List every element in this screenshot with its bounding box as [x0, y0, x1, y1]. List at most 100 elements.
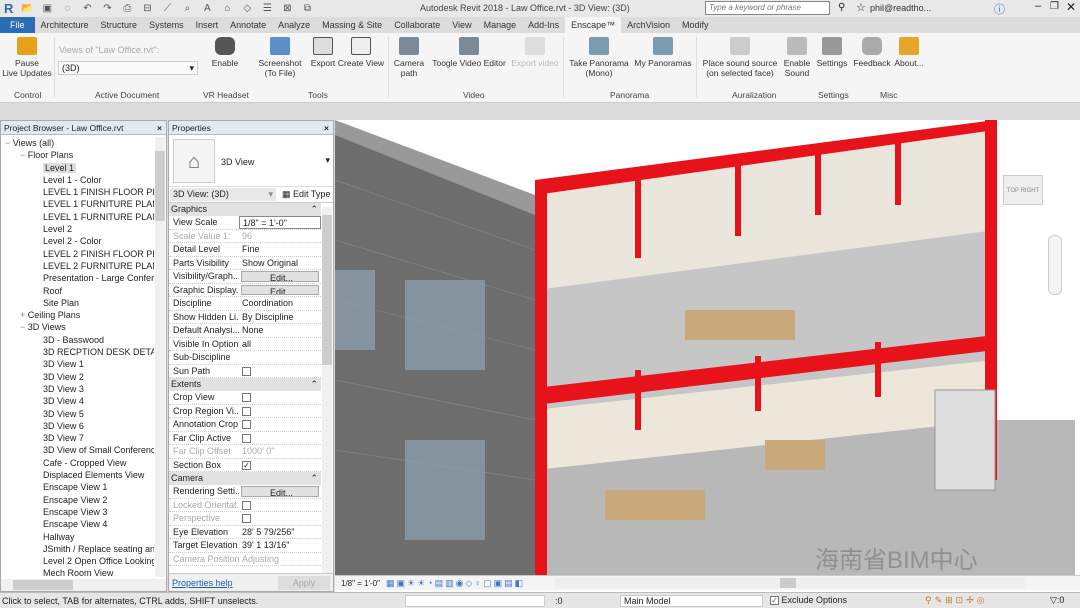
- type-selector[interactable]: ⌂ 3D View ▾: [169, 135, 333, 187]
- tab-file[interactable]: File: [0, 17, 35, 33]
- user-account[interactable]: phil@readtho...: [870, 3, 931, 13]
- property-value[interactable]: By Discipline: [239, 311, 321, 324]
- tree-item[interactable]: Displaced Elements View: [1, 469, 154, 481]
- horizontal-scrollbar[interactable]: [555, 578, 1026, 588]
- close-icon[interactable]: ×: [157, 121, 162, 135]
- apply-button[interactable]: Apply: [278, 576, 330, 590]
- tree-item[interactable]: 3D View 1: [1, 358, 154, 370]
- checkbox[interactable]: [242, 420, 251, 430]
- 3d-viewport[interactable]: TOP RIGHT 海南省BIM中心 1/8" = 1'-0" ▦▣☀☀◔▤▥◉…: [335, 120, 1080, 592]
- open-icon[interactable]: 📂: [20, 3, 34, 15]
- tree-item[interactable]: 3D RECPTION DESK DETAIL: [1, 346, 154, 358]
- tree-item[interactable]: 3D View 6: [1, 420, 154, 432]
- checkbox[interactable]: [242, 393, 251, 403]
- export-video-button[interactable]: Export video: [510, 37, 560, 68]
- minimize-button[interactable]: –: [1035, 0, 1041, 12]
- edit-type-button[interactable]: ▦ Edit Type: [282, 189, 330, 200]
- switch-windows-icon[interactable]: ⧉: [300, 3, 314, 15]
- vr-enable-button[interactable]: Enable: [205, 37, 245, 68]
- exclude-options-checkbox[interactable]: ✓ Exclude Options: [770, 595, 847, 606]
- section-graphics[interactable]: Graphics ⌃: [169, 203, 321, 216]
- properties-scrollbar[interactable]: [322, 207, 332, 573]
- property-value[interactable]: Adjusting: [239, 553, 321, 566]
- about-button[interactable]: About...: [892, 37, 926, 68]
- tab-analyze[interactable]: Analyze: [272, 17, 316, 33]
- tag-icon[interactable]: ⌕: [180, 3, 194, 15]
- create-view-button[interactable]: Create View: [337, 37, 385, 68]
- tab-massing-site[interactable]: Massing & Site: [316, 17, 388, 33]
- tab-add-ins[interactable]: Add-Ins: [522, 17, 565, 33]
- undo-icon[interactable]: ↶: [80, 3, 94, 15]
- tree-item[interactable]: Level 1: [1, 162, 154, 174]
- tab-structure[interactable]: Structure: [95, 17, 144, 33]
- tree-item[interactable]: LEVEL 1 FINISH FLOOR PLAN: [1, 186, 154, 198]
- thin-lines-icon[interactable]: ☰: [260, 3, 274, 15]
- properties-help-link[interactable]: Properties help: [172, 578, 233, 588]
- tree-item[interactable]: 3D View 3: [1, 383, 154, 395]
- property-value[interactable]: 28' 5 79/256": [239, 526, 321, 539]
- tree-item[interactable]: Level 2 Open Office Looking: [1, 555, 154, 567]
- collapse-icon[interactable]: −: [20, 322, 28, 332]
- collapse-icon[interactable]: −: [20, 150, 28, 160]
- tab-annotate[interactable]: Annotate: [224, 17, 272, 33]
- tree-item[interactable]: Enscape View 1: [1, 481, 154, 493]
- tree-item[interactable]: Level 1 - Color: [1, 174, 154, 186]
- property-value[interactable]: None: [239, 324, 321, 337]
- my-panoramas-button[interactable]: My Panoramas: [634, 37, 692, 68]
- settings-button[interactable]: Settings: [814, 37, 850, 68]
- restore-button[interactable]: ❐: [1050, 1, 1059, 12]
- edit-button[interactable]: Edit...: [241, 271, 319, 282]
- tree-item[interactable]: Level 2 - Color: [1, 235, 154, 247]
- export-button[interactable]: Export: [308, 37, 338, 68]
- collapse-icon[interactable]: ⌃: [310, 378, 318, 391]
- vertical-scrollbar[interactable]: [155, 137, 165, 577]
- measure-icon[interactable]: ⊟: [140, 3, 154, 15]
- close-button[interactable]: ✕: [1066, 0, 1076, 14]
- tree-item[interactable]: Level 2: [1, 223, 154, 235]
- tab-collaborate[interactable]: Collaborate: [388, 17, 446, 33]
- tree-item[interactable]: − 3D Views: [1, 321, 154, 333]
- enable-sound-button[interactable]: Enable Sound: [782, 37, 812, 78]
- tree-item[interactable]: 3D View of Small Conference: [1, 444, 154, 456]
- dimension-icon[interactable]: ⟋: [160, 3, 174, 15]
- tree-item[interactable]: 3D View 7: [1, 432, 154, 444]
- tab-systems[interactable]: Systems: [143, 17, 190, 33]
- navigation-bar[interactable]: [1048, 235, 1062, 295]
- feedback-button[interactable]: Feedback: [852, 37, 892, 68]
- edit-button[interactable]: Edit...: [241, 284, 319, 295]
- checkbox[interactable]: [242, 406, 251, 416]
- property-value[interactable]: Show Original: [239, 257, 321, 270]
- workset-dropdown[interactable]: [405, 595, 545, 607]
- checkbox[interactable]: [242, 366, 251, 376]
- view-scale-control[interactable]: 1/8" = 1'-0": [341, 579, 380, 588]
- sync-icon[interactable]: ◌: [60, 3, 74, 15]
- tree-item[interactable]: Cafe - Cropped View: [1, 457, 154, 469]
- tree-item[interactable]: Enscape View 2: [1, 494, 154, 506]
- tree-item[interactable]: Enscape View 3: [1, 506, 154, 518]
- design-option-dropdown[interactable]: Main Model: [620, 595, 763, 607]
- expand-icon[interactable]: +: [20, 310, 28, 320]
- property-value[interactable]: 39' 1 13/16": [239, 539, 321, 552]
- redo-icon[interactable]: ↷: [100, 3, 114, 15]
- tree-item[interactable]: + Ceiling Plans: [1, 309, 154, 321]
- binoculars-icon[interactable]: ⚲: [838, 2, 845, 13]
- tree-item[interactable]: Presentation - Large Conference: [1, 272, 154, 284]
- checkbox[interactable]: [242, 514, 251, 524]
- property-value[interactable]: Coordination: [239, 297, 321, 310]
- screenshot-button[interactable]: Screenshot (To File): [255, 37, 305, 78]
- tab-archvision[interactable]: ArchVision: [621, 17, 676, 33]
- toogle-video-editor-button[interactable]: Toogle Video Editor: [430, 37, 508, 68]
- instance-selector[interactable]: 3D View: (3D) ▾: [170, 188, 276, 201]
- help-icon[interactable]: ⓘ: [994, 1, 1005, 17]
- collapse-icon[interactable]: ⌃: [310, 203, 318, 216]
- tree-item[interactable]: 3D View 2: [1, 371, 154, 383]
- property-value[interactable]: [239, 351, 321, 364]
- collapse-icon[interactable]: ⌃: [310, 472, 318, 485]
- collapse-icon[interactable]: −: [5, 138, 13, 148]
- tab-view[interactable]: View: [446, 17, 477, 33]
- viewcube[interactable]: TOP RIGHT: [1003, 175, 1043, 205]
- tree-item[interactable]: Mech Room View: [1, 567, 154, 579]
- tree-item[interactable]: 3D View 4: [1, 395, 154, 407]
- save-icon[interactable]: ▣: [40, 3, 54, 15]
- close-windows-icon[interactable]: ⊠: [280, 3, 294, 15]
